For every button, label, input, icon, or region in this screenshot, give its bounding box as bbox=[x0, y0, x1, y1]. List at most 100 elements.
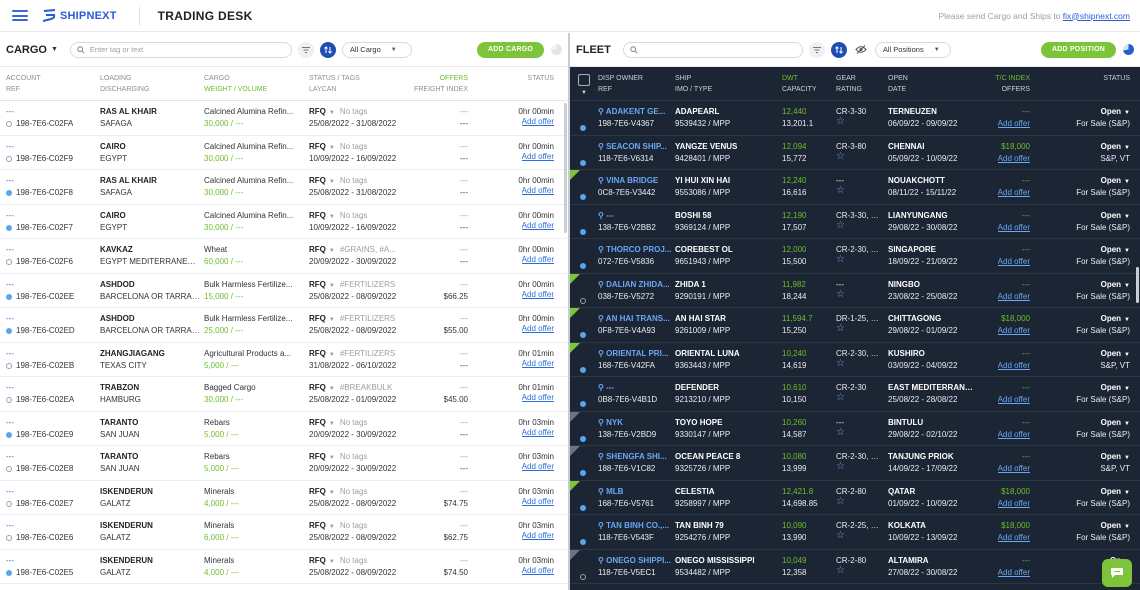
add-offer-link[interactable]: Add offer bbox=[522, 496, 554, 507]
header-dwt[interactable]: DWT bbox=[782, 73, 798, 84]
cargo-row[interactable]: --- 198-7E6-C02E5 ISKENDERUN GALATZ Minerals… bbox=[0, 550, 568, 584]
ship-name[interactable]: BOSHI 58 bbox=[675, 210, 779, 221]
disp-owner[interactable]: ⚲ THORCO PROJ... bbox=[598, 244, 674, 255]
header-ship[interactable]: SHIP bbox=[675, 73, 691, 84]
add-offer-link[interactable]: Add offer bbox=[522, 565, 554, 576]
cargo-row[interactable]: --- 198-7E6-C02E9 TARANTO SAN JUAN Rebars 5,0… bbox=[0, 412, 568, 446]
add-offer-link[interactable]: Add offer bbox=[998, 256, 1030, 267]
disp-owner[interactable]: ⚲ SHENGFA SHI... bbox=[598, 451, 674, 462]
fleet-row[interactable]: ⚲ DALIAN ZHIDA... 038-7E6-V5272 ZHIDA 1 929… bbox=[570, 273, 1140, 308]
cargo-row[interactable]: --- 198-7E6-C02E6 ISKENDERUN GALATZ Minerals… bbox=[0, 515, 568, 550]
star-rating-icon[interactable]: ☆ bbox=[836, 461, 845, 472]
cargo-row[interactable]: --- 198-7E6-C02ED ASHDOD BARCELONA OR TARRA… bbox=[0, 308, 568, 343]
header-account[interactable]: ACCOUNT bbox=[6, 73, 41, 84]
header-status[interactable]: STATUS / TAGS bbox=[309, 73, 360, 84]
cargo-scrollbar[interactable] bbox=[564, 103, 567, 233]
ship-name[interactable]: AN HAI STAR bbox=[675, 313, 779, 324]
ship-name[interactable]: ADAPEARL bbox=[675, 106, 779, 117]
star-rating-icon[interactable]: ☆ bbox=[836, 220, 845, 231]
header-loading[interactable]: LOADING bbox=[100, 73, 132, 84]
add-offer-link[interactable]: Add offer bbox=[998, 291, 1030, 302]
fleet-row[interactable]: ⚲ VINA BRIDGE 0C8-7E6-V3442 YI HUI XIN HAI… bbox=[570, 170, 1140, 205]
disp-owner[interactable]: ⚲ ORIENTAL PRI... bbox=[598, 348, 674, 359]
cargo-row[interactable]: --- 198-7E6-C02EB ZHANGJIAGANG TEXAS CITY Ag… bbox=[0, 343, 568, 377]
add-offer-link[interactable]: Add offer bbox=[522, 323, 554, 334]
fleet-row[interactable]: ⚲ --- 138-7E6-V2BB2 BOSHI 58 9369124 / MPP 1… bbox=[570, 205, 1140, 239]
ship-name[interactable]: COREBEST OL bbox=[675, 244, 779, 255]
header-tc-index[interactable]: T/C INDEX bbox=[995, 73, 1030, 84]
fleet-row[interactable]: ⚲ AN HAI TRANS... 0F8-7E6-V4A93 AN HAI STA… bbox=[570, 308, 1140, 343]
hide-eye-icon[interactable] bbox=[853, 42, 869, 58]
header-discharging[interactable]: DISCHARGING bbox=[100, 84, 149, 95]
notice-email-link[interactable]: fix@shipnext.com bbox=[1063, 11, 1130, 21]
add-cargo-button[interactable]: ADD CARGO bbox=[477, 41, 544, 58]
star-rating-icon[interactable]: ☆ bbox=[836, 530, 845, 541]
disp-owner[interactable]: ⚲ VINA BRIDGE bbox=[598, 175, 674, 186]
disp-owner[interactable]: ⚲ TAN BINH CO.,... bbox=[598, 520, 674, 531]
fleet-row[interactable]: ⚲ SHENGFA SHI... 188-7E6-V1C82 OCEAN PEACE… bbox=[570, 446, 1140, 481]
disp-owner[interactable]: ⚲ MLB bbox=[598, 486, 674, 497]
header-rating[interactable]: RATING bbox=[836, 84, 862, 95]
add-offer-link[interactable]: Add offer bbox=[522, 185, 554, 196]
cargo-row[interactable]: --- 198-7E6-C02E7 ISKENDERUN GALATZ Minerals… bbox=[0, 481, 568, 515]
add-offer-link[interactable]: Add offer bbox=[998, 325, 1030, 336]
fleet-row[interactable]: ⚲ TAN BINH CO.,... 118-7E6-V543F TAN BINH … bbox=[570, 515, 1140, 550]
header-open[interactable]: OPEN bbox=[888, 73, 908, 84]
ship-name[interactable]: CELESTIA bbox=[675, 486, 779, 497]
add-position-button[interactable]: ADD POSITION bbox=[1041, 41, 1116, 58]
add-offer-link[interactable]: Add offer bbox=[522, 427, 554, 438]
add-offer-link[interactable]: Add offer bbox=[998, 187, 1030, 198]
header-status-time[interactable]: STATUS bbox=[527, 73, 554, 84]
star-rating-icon[interactable]: ☆ bbox=[836, 185, 845, 196]
fleet-filter-select[interactable]: All Positions ▼ bbox=[874, 41, 951, 58]
disp-owner[interactable]: ⚲ --- bbox=[598, 382, 674, 393]
disp-owner[interactable]: ⚲ AN HAI TRANS... bbox=[598, 313, 674, 324]
add-offer-link[interactable]: Add offer bbox=[998, 222, 1030, 233]
add-offer-link[interactable]: Add offer bbox=[522, 392, 554, 403]
star-rating-icon[interactable]: ☆ bbox=[836, 565, 845, 576]
header-weight[interactable]: WEIGHT / VOLUME bbox=[204, 84, 267, 95]
ship-name[interactable]: ORIENTAL LUNA bbox=[675, 348, 779, 359]
add-offer-link[interactable]: Add offer bbox=[522, 151, 554, 162]
fleet-row[interactable]: ⚲ ADAKENT GE... 198-7E6-V4367 ADAPEARL 9539… bbox=[570, 101, 1140, 136]
fleet-row[interactable]: ⚲ THORCO PROJ... 072-7E6-V5836 COREBEST OL… bbox=[570, 239, 1140, 274]
disp-owner[interactable]: ⚲ SEACON SHIP... bbox=[598, 141, 674, 152]
header-imo-type[interactable]: IMO / TYPE bbox=[675, 84, 712, 95]
header-gear[interactable]: GEAR bbox=[836, 73, 856, 84]
star-rating-icon[interactable]: ☆ bbox=[836, 427, 845, 438]
add-offer-link[interactable]: Add offer bbox=[998, 463, 1030, 474]
star-rating-icon[interactable]: ☆ bbox=[836, 254, 845, 265]
add-offer-link[interactable]: Add offer bbox=[522, 289, 554, 300]
cargo-title[interactable]: CARGO ▼ bbox=[6, 44, 58, 56]
add-offer-link[interactable]: Add offer bbox=[522, 116, 554, 127]
cargo-row[interactable]: --- 198-7E6-C02FA RAS AL KHAIR SAFAGA Calcin… bbox=[0, 101, 568, 136]
disp-owner[interactable]: ⚲ ADAKENT GE... bbox=[598, 106, 674, 117]
fleet-row[interactable]: ⚲ ONEGO SHIPPI... 118-7E6-V5EC1 ONEGO MISS… bbox=[570, 549, 1140, 584]
add-offer-link[interactable]: Add offer bbox=[522, 254, 554, 265]
header-capacity[interactable]: CAPACITY bbox=[782, 84, 817, 95]
cargo-row[interactable]: --- 198-7E6-C02F6 KAVKAZ EGYPT MEDITERRANEA… bbox=[0, 239, 568, 274]
menu-icon[interactable] bbox=[12, 10, 28, 21]
disp-owner[interactable]: ⚲ NYK bbox=[598, 417, 674, 428]
header-laycan[interactable]: LAYCAN bbox=[309, 84, 337, 95]
ship-name[interactable]: TAN BINH 79 bbox=[675, 520, 779, 531]
sort-icon[interactable] bbox=[319, 41, 336, 58]
add-offer-link[interactable]: Add offer bbox=[998, 498, 1030, 509]
header-disp-owner[interactable]: DISP OWNER bbox=[598, 73, 643, 84]
sort-down-icon[interactable]: ▼ bbox=[581, 88, 587, 99]
header-ref[interactable]: REF bbox=[598, 84, 612, 95]
star-rating-icon[interactable]: ☆ bbox=[836, 323, 845, 334]
cargo-row[interactable]: --- 198-7E6-C02EA TRABZON HAMBURG Bagged Car… bbox=[0, 377, 568, 412]
add-offer-link[interactable]: Add offer bbox=[998, 153, 1030, 164]
ship-name[interactable]: DEFENDER bbox=[675, 382, 779, 393]
ship-name[interactable]: ZHIDA 1 bbox=[675, 279, 779, 290]
filter-icon[interactable] bbox=[297, 41, 314, 58]
add-offer-link[interactable]: Add offer bbox=[998, 532, 1030, 543]
fleet-row[interactable]: ⚲ NYK 138-7E6-V2BD9 TOYO HOPE 9330147 / MPP… bbox=[570, 411, 1140, 446]
header-freight-index[interactable]: FREIGHT INDEX bbox=[414, 84, 468, 95]
fleet-search-input[interactable] bbox=[622, 41, 803, 58]
fleet-title[interactable]: FLEET bbox=[576, 44, 611, 56]
cargo-row[interactable]: --- 198-7E6-C02EE ASHDOD BARCELONA OR TARRA… bbox=[0, 274, 568, 308]
star-rating-icon[interactable]: ☆ bbox=[836, 289, 845, 300]
add-offer-link[interactable]: Add offer bbox=[998, 567, 1030, 578]
